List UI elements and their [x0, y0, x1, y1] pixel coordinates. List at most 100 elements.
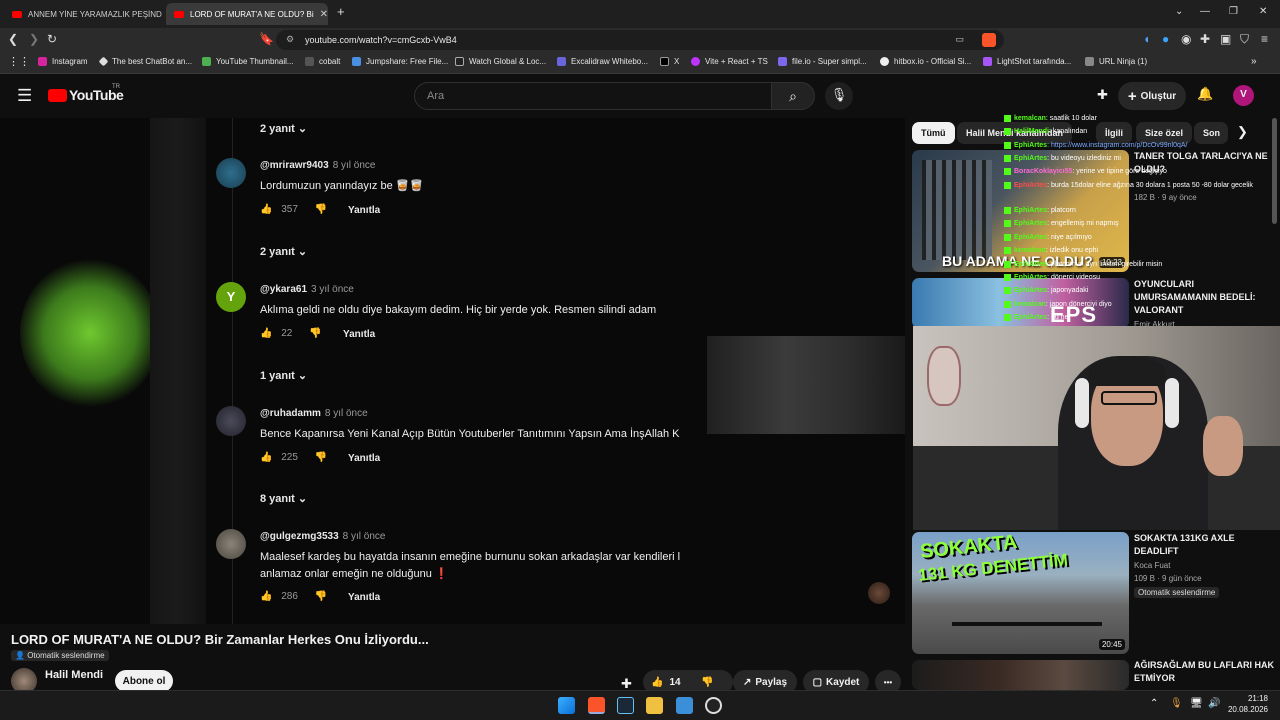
bookmark-item[interactable]: hitbox.io - Official Si...	[880, 57, 971, 66]
extension-icon[interactable]: ◉	[1181, 32, 1191, 46]
chip-all[interactable]: Tümü	[912, 122, 955, 144]
channel-name[interactable]: Halil Mendi	[45, 669, 103, 681]
reload-icon[interactable]: ↻	[47, 32, 57, 46]
bookmark-item[interactable]: Watch Global & Loc...	[455, 57, 546, 66]
bookmark-item[interactable]: Vite + React + TS	[691, 57, 768, 66]
avatar[interactable]	[216, 158, 246, 188]
dislike-icon[interactable]: 👎	[315, 452, 327, 463]
create-button[interactable]: + Oluştur	[1118, 82, 1186, 110]
file-explorer-icon[interactable]	[646, 697, 663, 714]
like-icon[interactable]: 👍	[651, 677, 663, 688]
clock-date[interactable]: 20.08.2026	[1226, 705, 1268, 714]
notifications-bell-icon[interactable]: 🔔	[1197, 86, 1213, 102]
reply-button[interactable]: Yanıtla	[348, 453, 380, 464]
close-tab-icon[interactable]: ✕	[314, 9, 328, 20]
site-info-icon[interactable]: ⚙	[286, 34, 294, 45]
dislike-icon[interactable]: 👎	[701, 677, 713, 688]
bookmark-item[interactable]: cobalt	[305, 57, 340, 66]
avatar[interactable]	[216, 406, 246, 436]
browser-tab[interactable]: ANNEM YİNE YARAMAZLIK PEŞİNDE	[4, 3, 162, 25]
subscribe-button[interactable]: Abone ol	[115, 670, 173, 692]
comment-author[interactable]: @ykara61 3 yıl önce	[260, 284, 354, 295]
bookmark-item[interactable]: Excalidraw Whitebo...	[557, 57, 648, 66]
page-scrollbar[interactable]	[1272, 118, 1277, 224]
start-icon[interactable]	[558, 697, 575, 714]
brave-shields-icon[interactable]	[982, 33, 996, 47]
cast-icon[interactable]: ▭	[955, 34, 964, 45]
duration-badge: 20:45	[1098, 639, 1125, 650]
vpn-shield-icon[interactable]: ⛉	[1240, 32, 1249, 47]
dislike-icon[interactable]: 👎	[309, 328, 321, 339]
replies-toggle[interactable]: 1 yanıt ⌄	[260, 369, 307, 382]
brave-browser-icon[interactable]	[588, 697, 605, 714]
wallet-icon[interactable]: ▣	[1220, 32, 1231, 46]
chip-recent[interactable]: Son	[1194, 122, 1228, 144]
reply-button[interactable]: Yanıtla	[343, 329, 375, 340]
address-bar[interactable]: ⚙ youtube.com/watch?v=cmGcxb-VwB4 ▭	[276, 30, 1004, 50]
replies-toggle[interactable]: 2 yanıt ⌄	[260, 245, 307, 258]
like-icon[interactable]: 👍	[260, 328, 272, 339]
bookmark-item[interactable]: file.io - Super simpl...	[778, 57, 867, 66]
youtube-logo-icon[interactable]	[48, 89, 67, 102]
search-input[interactable]: Ara	[414, 82, 772, 110]
bookmark-item[interactable]: The best ChatBot an...	[98, 56, 192, 67]
microphone-icon[interactable]: 🎙	[1170, 698, 1183, 709]
tray-chevron-icon[interactable]: ⌃	[1150, 698, 1158, 709]
steam-icon[interactable]	[617, 697, 634, 714]
browser-tab-active[interactable]: LORD OF MURAT'A NE OLDU? Bi ✕	[166, 3, 328, 25]
obs-icon[interactable]	[705, 697, 722, 714]
reply-button[interactable]: Yanıtla	[348, 592, 380, 603]
avatar[interactable]: V	[1233, 85, 1254, 106]
extensions-icon[interactable]: ✚	[1200, 32, 1210, 46]
video-thumbnail[interactable]: SOKAKTA 131 KG DENETTİM 20:45	[912, 532, 1129, 654]
comment-author[interactable]: @ruhadamm 8 yıl önce	[260, 408, 368, 419]
dislike-icon[interactable]: 👎	[315, 591, 327, 602]
network-icon[interactable]: 🖥	[1190, 698, 1203, 709]
channel-watermark[interactable]	[868, 582, 890, 604]
clock-time[interactable]: 21:18	[1236, 694, 1268, 703]
tab-search-chevron-icon[interactable]: ⌄	[1175, 6, 1183, 17]
bookmark-item[interactable]: YouTube Thumbnail...	[202, 57, 294, 66]
like-icon[interactable]: 👍	[260, 591, 272, 602]
apps-grid-icon[interactable]: ⋮⋮	[8, 55, 30, 68]
video-divider	[150, 118, 206, 624]
dislike-icon[interactable]: 👎	[315, 204, 327, 215]
sidebar-video-title[interactable]: OYUNCULARI UMURSAMAMANIN BEDELİ: VALORAN…	[1134, 278, 1274, 317]
volume-icon[interactable]: 🔊	[1208, 698, 1220, 709]
bookmark-item[interactable]: URL Ninja (1)	[1085, 57, 1147, 66]
extension-icon[interactable]: ●	[1162, 32, 1169, 46]
more-bookmarks-icon[interactable]: »	[1251, 56, 1257, 67]
like-icon[interactable]: 👍	[260, 204, 272, 215]
extension-icon[interactable]: ✚	[1097, 87, 1108, 103]
back-icon[interactable]: ❮	[8, 32, 18, 46]
new-tab-icon[interactable]: +	[337, 4, 345, 19]
bookmark-item[interactable]: LightShot tarafında...	[983, 57, 1071, 66]
forward-icon[interactable]: ❯	[29, 32, 39, 46]
sidebar-video-channel[interactable]: Koca Fuat	[1134, 561, 1170, 570]
comment-author[interactable]: @gulgezmg3533 8 yıl önce	[260, 531, 385, 542]
bookmark-icon[interactable]: 🔖	[259, 32, 274, 46]
restore-icon[interactable]: ❐	[1229, 6, 1238, 17]
close-window-icon[interactable]: ✕	[1259, 6, 1267, 17]
sidebar-video-title[interactable]: AĞIRSAĞLAM BU LAFLARI HAK ETMİYOR	[1134, 659, 1274, 685]
extension-icon[interactable]: ◖	[1143, 32, 1150, 46]
comment-author[interactable]: @mrirawr9403 8 yıl önce	[260, 160, 376, 171]
bookmark-item[interactable]: Jumpshare: Free File...	[352, 57, 448, 66]
bookmark-item[interactable]: X	[660, 57, 679, 66]
minimize-icon[interactable]: —	[1200, 6, 1210, 17]
avatar[interactable]: Y	[216, 282, 246, 312]
sidebar-video-title[interactable]: SOKAKTA 131KG AXLE DEADLIFT	[1134, 532, 1274, 558]
replies-toggle[interactable]: 2 yanıt ⌄	[260, 122, 307, 135]
replies-toggle[interactable]: 8 yanıt ⌄	[260, 492, 307, 505]
reply-button[interactable]: Yanıtla	[348, 205, 380, 216]
search-button[interactable]: ⌕	[771, 82, 815, 110]
like-icon[interactable]: 👍	[260, 452, 272, 463]
menu-icon[interactable]: ≡	[1261, 32, 1268, 46]
chips-next-icon[interactable]: ❯	[1237, 124, 1248, 140]
video-thumbnail[interactable]	[912, 660, 1129, 690]
hamburger-menu-icon[interactable]: ☰	[17, 86, 32, 106]
bookmark-item[interactable]: Instagram	[38, 57, 88, 66]
avatar[interactable]	[216, 529, 246, 559]
voice-search-icon[interactable]: 🎙	[825, 82, 853, 110]
desktop-app-icon[interactable]	[676, 697, 693, 714]
